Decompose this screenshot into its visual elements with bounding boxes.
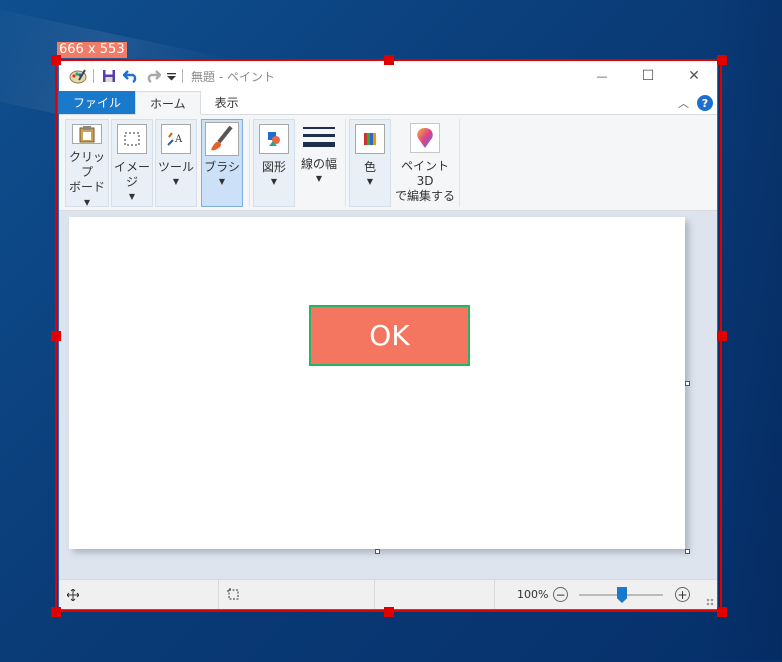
paint3d-icon xyxy=(410,123,440,153)
window-controls: — ☐ ✕ xyxy=(579,61,717,91)
canvas-workspace: OK xyxy=(59,211,717,579)
selection-handle-bottom-left[interactable] xyxy=(51,607,61,617)
paint-window: 無題 - ペイント — ☐ ✕ ファイル ホーム 表示 ︿ ? クリップ ボード… xyxy=(58,60,718,610)
svg-text:A: A xyxy=(174,134,183,145)
help-icon[interactable]: ? xyxy=(697,95,713,111)
selection-size-cell xyxy=(219,580,375,609)
redo-icon[interactable] xyxy=(142,65,164,87)
selection-handle-bottom-right[interactable] xyxy=(717,607,727,617)
canvas-resize-handle-bottom[interactable] xyxy=(375,549,380,554)
image-size-cell xyxy=(375,580,495,609)
ok-button-drawing: OK xyxy=(309,305,470,366)
paint-app-icon[interactable] xyxy=(67,65,89,87)
colors-group[interactable]: 色 ▼ xyxy=(349,119,391,207)
line-width-label: 線の幅 xyxy=(300,157,337,171)
selection-handle-top-left[interactable] xyxy=(51,55,61,65)
tools-label: ツール xyxy=(157,160,194,174)
selection-handle-top[interactable] xyxy=(384,55,394,65)
clipboard-label-line1: クリップ xyxy=(68,150,105,179)
cursor-position-cell xyxy=(59,580,219,609)
ribbon-tabs: ファイル ホーム 表示 ︿ ? xyxy=(59,91,717,115)
zoom-in-button[interactable]: + xyxy=(675,587,690,602)
selection-handle-top-right[interactable] xyxy=(717,55,727,65)
collapse-ribbon-icon[interactable]: ︿ xyxy=(678,95,689,111)
selection-handle-right[interactable] xyxy=(717,331,727,341)
maximize-icon: ☐ xyxy=(641,68,655,84)
brushes-group[interactable]: ブラシ ▼ xyxy=(201,119,243,207)
shapes-dropdown-icon: ▼ xyxy=(270,177,278,186)
line-width-icon xyxy=(303,127,335,147)
customize-quick-access-icon[interactable] xyxy=(164,65,178,87)
colors-label: 色 xyxy=(363,160,376,174)
shapes-label: 図形 xyxy=(261,160,286,174)
zoom-level: 100% xyxy=(517,588,549,601)
drawing-canvas[interactable]: OK xyxy=(69,217,685,549)
quick-access-separator xyxy=(93,69,94,83)
clipboard-label: クリップ ボード▾ xyxy=(66,150,108,210)
tools-icon: A xyxy=(161,124,191,154)
ribbon-right-controls: ︿ ? xyxy=(678,95,713,111)
status-bar: 100% − + xyxy=(59,579,717,609)
ribbon-separator-1 xyxy=(249,119,250,207)
paint3d-group[interactable]: ペイント 3D で編集する xyxy=(395,119,455,207)
image-dropdown-icon: ▼ xyxy=(128,192,136,201)
title-bar: 無題 - ペイント — ☐ ✕ xyxy=(59,61,717,91)
cursor-position-icon xyxy=(67,588,79,601)
undo-icon[interactable] xyxy=(120,65,142,87)
minimize-icon: — xyxy=(596,69,608,83)
minimize-button[interactable]: — xyxy=(579,61,625,91)
paint3d-label-line2: で編集する xyxy=(395,189,456,203)
canvas-resize-handle-right[interactable] xyxy=(685,381,690,386)
brushes-label: ブラシ xyxy=(204,160,240,174)
selection-size-icon xyxy=(227,588,239,600)
tab-home[interactable]: ホーム xyxy=(135,91,201,115)
image-group[interactable]: イメージ ▼ xyxy=(111,119,153,207)
tools-group[interactable]: A ツール ▼ xyxy=(155,119,197,207)
colors-icon xyxy=(355,124,385,154)
line-width-group[interactable]: 線の幅 ▼ xyxy=(299,119,339,207)
save-icon[interactable] xyxy=(98,65,120,87)
clipboard-group[interactable]: クリップ ボード▾ xyxy=(65,119,109,210)
shapes-icon xyxy=(259,124,289,154)
zoom-slider-thumb[interactable] xyxy=(617,587,627,603)
brush-icon xyxy=(205,122,239,156)
tools-dropdown-icon: ▼ xyxy=(172,177,180,186)
image-label: イメージ xyxy=(113,160,150,189)
close-button[interactable]: ✕ xyxy=(671,61,717,91)
brushes-dropdown-icon: ▼ xyxy=(218,177,226,186)
window-title: 無題 - ペイント xyxy=(191,69,275,84)
status-spacer xyxy=(495,580,503,609)
ribbon-separator-3 xyxy=(459,119,460,207)
title-separator xyxy=(182,69,183,83)
clipboard-label-line2: ボード▾ xyxy=(68,180,105,209)
colors-dropdown-icon: ▼ xyxy=(366,177,374,186)
line-width-dropdown-icon: ▼ xyxy=(315,174,323,183)
zoom-out-button[interactable]: − xyxy=(553,587,568,602)
paint3d-label: ペイント 3D で編集する xyxy=(395,159,455,204)
canvas-resize-handle-corner[interactable] xyxy=(685,549,690,554)
tab-view[interactable]: 表示 xyxy=(201,91,253,114)
tab-file[interactable]: ファイル xyxy=(59,91,136,114)
shapes-group[interactable]: 図形 ▼ xyxy=(253,119,295,207)
paint3d-label-line1: ペイント 3D xyxy=(400,159,449,188)
ribbon-separator-2 xyxy=(345,119,346,207)
selection-handle-left[interactable] xyxy=(51,331,61,341)
close-icon: ✕ xyxy=(688,68,700,84)
selection-size-label: 666 x 553 xyxy=(57,42,127,58)
resize-grip-icon[interactable] xyxy=(706,598,714,606)
clipboard-icon xyxy=(72,124,102,144)
select-icon xyxy=(117,124,147,154)
maximize-button[interactable]: ☐ xyxy=(625,61,671,91)
selection-handle-bottom[interactable] xyxy=(384,607,394,617)
ribbon: クリップ ボード▾ イメージ ▼ A ツール ▼ ブラシ ▼ 図形 ▼ 線の幅 … xyxy=(59,115,717,211)
